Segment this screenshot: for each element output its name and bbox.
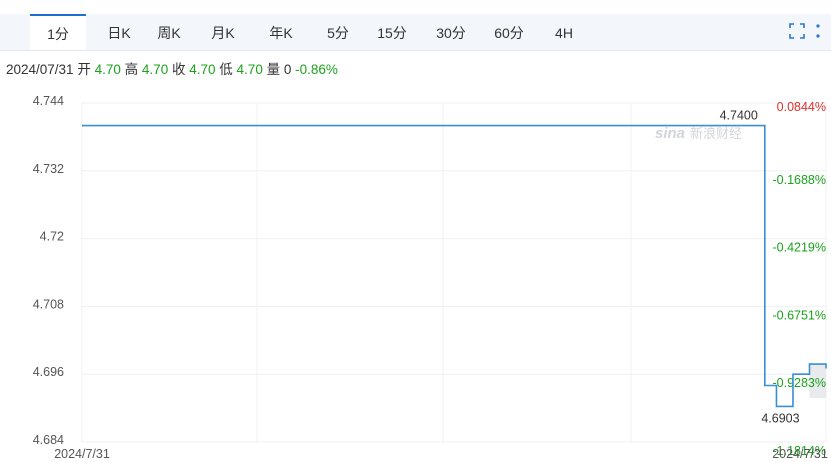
price-line [82,124,827,408]
high-label: 高 [124,62,139,77]
quote-date: 2024/07/31 [6,62,74,77]
tab-8[interactable]: 30分 [428,14,474,50]
intraday-line-chart[interactable]: 4.744 4.732 4.72 4.708 4.696 4.684 0.0844% -0.… [0,80,831,462]
fullscreen-icon[interactable] [788,22,806,45]
quote-info-bar: 2024/07/31 开 4.70 高 4.70 收 4.70 低 4.70 量… [6,58,338,78]
low-label: 低 [219,62,233,77]
low-value: 4.70 [236,62,263,77]
percent-tick-label: 0.0844% [777,100,826,114]
percent-tick-label: -0.1688% [772,173,826,187]
close-label: 收 [171,62,186,77]
tab-10[interactable]: 4H [542,14,586,50]
tab-5[interactable]: 年K [258,14,304,50]
watermark-brand: sina [655,125,685,142]
sina-watermark: sina 新浪财经 [655,125,742,142]
y-tick-label: 4.684 [33,433,64,447]
change-percent: -0.86% [295,62,338,77]
volume-value: 0 [283,62,292,77]
tab-4[interactable]: 月K [202,14,244,50]
percent-tick-label: -0.9283% [772,376,826,390]
y-axis-labels: 4.744 4.732 4.72 4.708 4.696 4.684 [33,94,64,447]
tab-9[interactable]: 60分 [484,14,534,50]
y-tick-label: 4.744 [33,94,64,108]
open-label: 开 [77,62,91,77]
tab-6[interactable]: 5分 [316,14,360,50]
percent-tick-label: -0.4219% [772,241,826,255]
price-series [82,124,827,408]
y-tick-label: 4.72 [40,230,64,244]
timeframe-tabbar: 1分 日K 周K 月K 年K 5分 15分 30分 60分 4H [0,14,831,51]
tab-1[interactable]: 1分 [30,14,86,50]
y-tick-label: 4.708 [33,297,64,311]
tab-2[interactable]: 日K [98,14,140,50]
open-value: 4.70 [94,62,121,77]
percent-axis-labels: 0.0844%-0.1688%-0.4219%-0.6751%-0.9283%-… [772,100,826,458]
chart-grid [81,102,827,443]
y-tick-label: 4.696 [33,365,64,379]
tab-3[interactable]: 周K [148,14,190,50]
tab-7[interactable]: 15分 [368,14,416,50]
x-tick-label: 2024/7/31 [772,447,828,461]
watermark-name: 新浪财经 [690,126,742,141]
close-value: 4.70 [189,62,216,77]
volume-label: 量 [266,62,281,77]
high-value: 4.70 [141,62,169,77]
x-axis-labels: 2024/7/31 2024/7/31 [54,447,828,461]
y-tick-label: 4.732 [33,162,64,176]
x-tick-label: 2024/7/31 [54,447,110,461]
percent-tick-label: -0.6751% [772,308,826,322]
more-vertical-icon[interactable] [815,22,821,45]
min-price-label: 4.6903 [761,411,799,425]
max-price-label: 4.7400 [720,109,758,123]
